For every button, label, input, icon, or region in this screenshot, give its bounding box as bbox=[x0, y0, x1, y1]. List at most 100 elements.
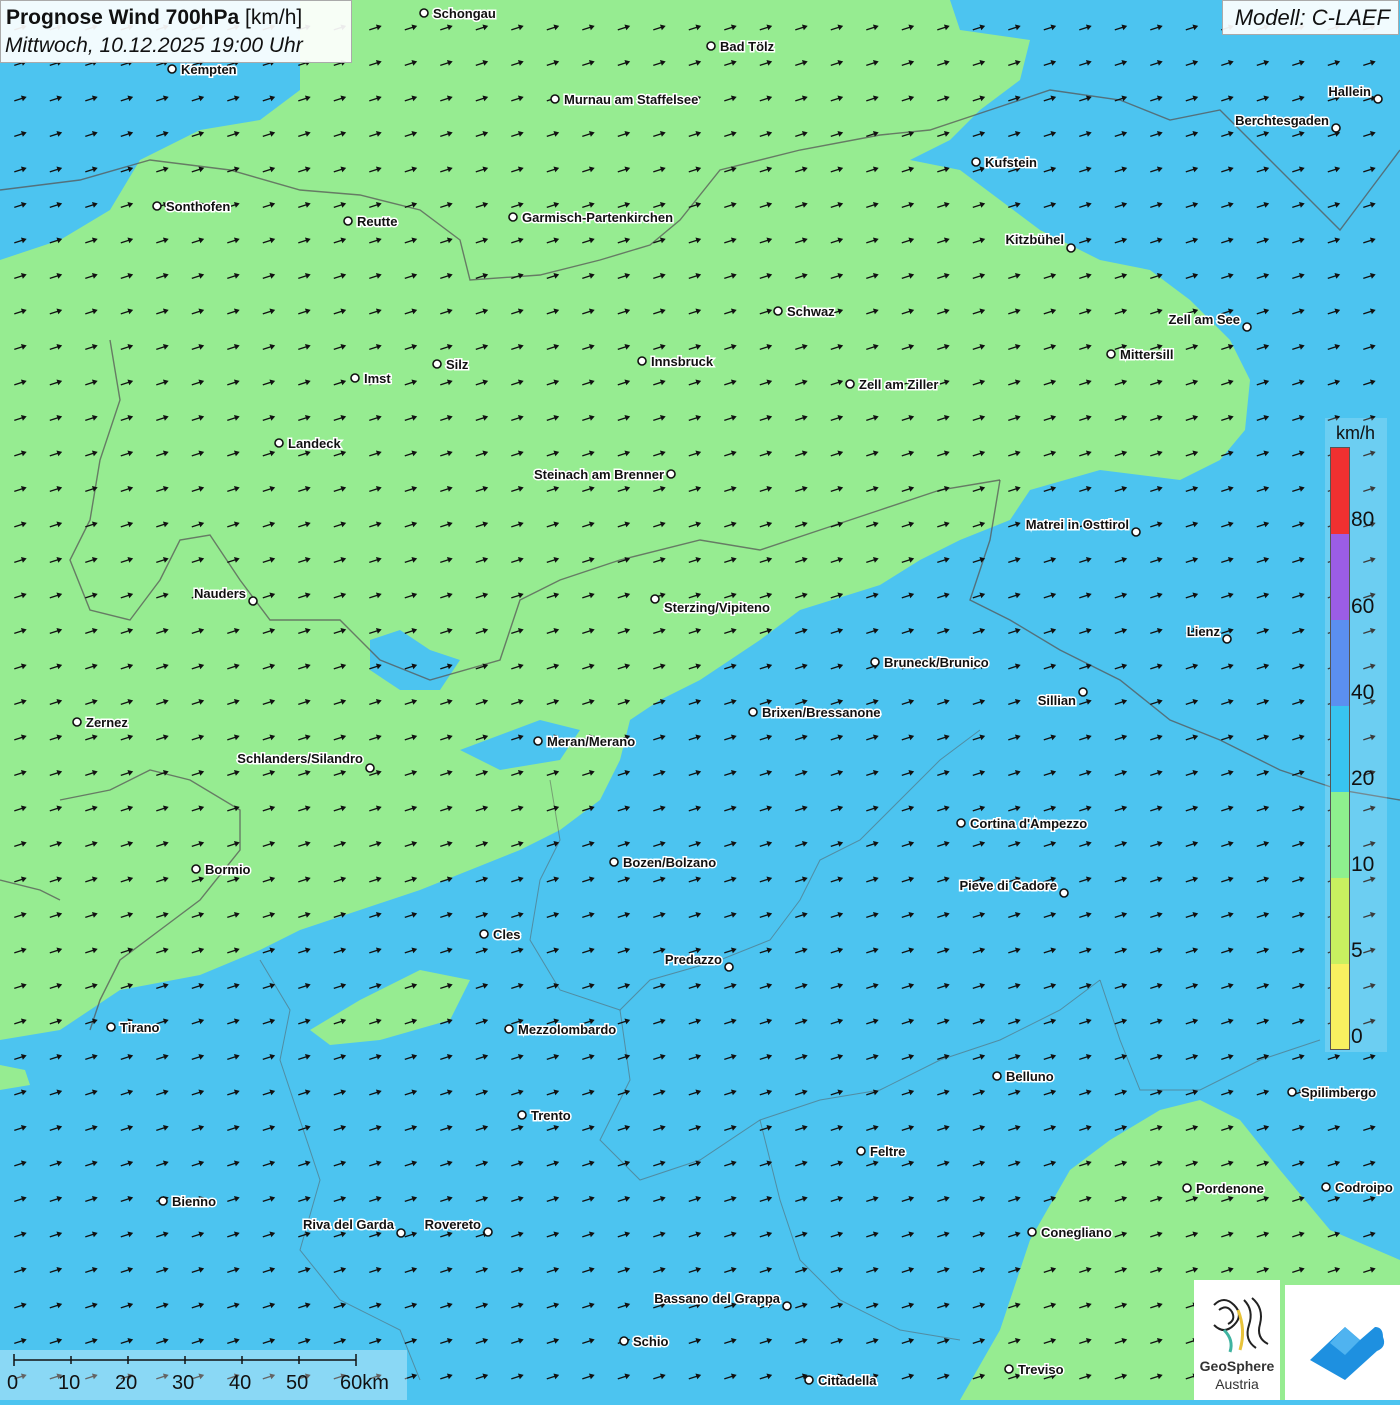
city-label: Conegliano bbox=[1041, 1225, 1112, 1240]
legend-tick-10: 10 bbox=[1351, 853, 1375, 876]
city-dot bbox=[152, 201, 162, 211]
city-label: Reutte bbox=[357, 214, 397, 229]
city-dot bbox=[748, 707, 758, 717]
model-label: Modell: C-LAEF bbox=[1222, 0, 1399, 35]
map-title: Prognose Wind 700hPa [km/h] bbox=[6, 6, 302, 30]
city-label: Kitzbühel bbox=[1006, 232, 1065, 247]
city-dot bbox=[1066, 243, 1076, 253]
city-dot bbox=[158, 1196, 168, 1206]
city-label: Zell am Ziller bbox=[859, 377, 938, 392]
city-dot bbox=[508, 212, 518, 222]
city-label: Feltre bbox=[870, 1144, 905, 1159]
title-box: Prognose Wind 700hPa [km/h] Mittwoch, 10… bbox=[0, 0, 352, 63]
city-dot bbox=[666, 469, 676, 479]
legend-segment-80-plus bbox=[1331, 448, 1349, 534]
city-dot bbox=[533, 736, 543, 746]
city-label: Schio bbox=[633, 1334, 668, 1349]
city-bruneck-brunico: Bruneck/Brunico bbox=[870, 654, 990, 672]
city-dot bbox=[1331, 123, 1341, 133]
title-main: Prognose Wind 700hPa bbox=[6, 6, 240, 29]
city-dot bbox=[1287, 1087, 1297, 1097]
city-murnau-am-staffelsee: Murnau am Staffelsee bbox=[550, 91, 700, 109]
city-meran-merano: Meran/Merano bbox=[533, 733, 637, 751]
city-label: Cittadella bbox=[818, 1373, 877, 1388]
city-dot bbox=[870, 657, 880, 667]
city-label: Riva del Garda bbox=[303, 1217, 395, 1232]
city-label: Spilimbergo bbox=[1301, 1085, 1376, 1100]
city-label: Schlanders/Silandro bbox=[237, 751, 363, 766]
city-dot bbox=[650, 594, 660, 604]
scale-label-10: 10 bbox=[58, 1372, 81, 1394]
city-bozen-bolzano: Bozen/Bolzano bbox=[609, 854, 718, 872]
city-dot bbox=[782, 1301, 792, 1311]
city-dot bbox=[350, 373, 360, 383]
city-label: Sterzing/Vipiteno bbox=[664, 600, 770, 615]
city-dot bbox=[724, 962, 734, 972]
city-dot bbox=[1182, 1183, 1192, 1193]
city-dot bbox=[191, 864, 201, 874]
legend-segment-5-10 bbox=[1331, 878, 1349, 964]
city-dot bbox=[609, 857, 619, 867]
city-label: Sillian bbox=[1038, 693, 1076, 708]
city-dot bbox=[1321, 1182, 1331, 1192]
city-dot bbox=[1373, 94, 1383, 104]
city-dot bbox=[419, 8, 429, 18]
city-dot bbox=[432, 359, 442, 369]
city-dot bbox=[479, 929, 489, 939]
city-dot bbox=[517, 1110, 527, 1120]
city-dot bbox=[72, 717, 82, 727]
city-dot bbox=[274, 438, 284, 448]
legend-segment-20-40 bbox=[1331, 706, 1349, 792]
city-spilimbergo: Spilimbergo bbox=[1287, 1084, 1378, 1102]
city-dot bbox=[248, 596, 258, 606]
legend-tick-0: 0 bbox=[1351, 1025, 1363, 1048]
legend-tick-5: 5 bbox=[1351, 939, 1363, 962]
city-dot bbox=[504, 1024, 514, 1034]
city-label: Landeck bbox=[288, 436, 342, 451]
city-label: Bienno bbox=[172, 1194, 216, 1209]
city-label: Belluno bbox=[1006, 1069, 1054, 1084]
city-cortina-d-ampezzo: Cortina d'Ampezzo bbox=[956, 815, 1089, 833]
weather-app-logo[interactable] bbox=[1285, 1285, 1400, 1400]
city-dot bbox=[167, 64, 177, 74]
geosphere-logo[interactable]: GeoSphere Austria bbox=[1194, 1280, 1280, 1400]
city-label: Garmisch-Partenkirchen bbox=[522, 210, 673, 225]
city-label: Murnau am Staffelsee bbox=[564, 92, 698, 107]
city-label: Bad Tölz bbox=[720, 39, 775, 54]
scale-label-50: 50 bbox=[286, 1372, 309, 1394]
scale-label-0: 0 bbox=[7, 1372, 19, 1394]
city-label: Trento bbox=[531, 1108, 571, 1123]
city-label: Nauders bbox=[194, 586, 246, 601]
city-dot bbox=[804, 1375, 814, 1385]
city-label: Schongau bbox=[433, 6, 496, 21]
city-dot bbox=[1004, 1364, 1014, 1374]
wind-map: Schongau Bad Tölz Kempten Murnau am Staffel… bbox=[0, 0, 1400, 1400]
city-dot bbox=[106, 1022, 116, 1032]
city-dot bbox=[856, 1146, 866, 1156]
legend-tick-60: 60 bbox=[1351, 595, 1375, 618]
city-dot bbox=[1131, 527, 1141, 537]
city-label: Bruneck/Brunico bbox=[884, 655, 989, 670]
city-label: Mezzolombardo bbox=[518, 1022, 616, 1037]
city-dot bbox=[1078, 687, 1088, 697]
city-conegliano: Conegliano bbox=[1027, 1224, 1113, 1242]
city-dot bbox=[365, 763, 375, 773]
city-dot bbox=[483, 1227, 493, 1237]
city-dot bbox=[706, 41, 716, 51]
city-label: Pieve di Cadore bbox=[959, 878, 1057, 893]
legend-tick-20: 20 bbox=[1351, 767, 1375, 790]
city-dot bbox=[343, 216, 353, 226]
city-dot bbox=[956, 818, 966, 828]
city-dot bbox=[1106, 349, 1116, 359]
cloud-arrow-icon bbox=[1310, 1327, 1385, 1380]
city-label: Kufstein bbox=[985, 155, 1037, 170]
city-label: Tirano bbox=[120, 1020, 160, 1035]
legend-tick-40: 40 bbox=[1351, 681, 1375, 704]
city-label: Imst bbox=[364, 371, 391, 386]
city-label: Berchtesgaden bbox=[1235, 113, 1329, 128]
city-label: Silz bbox=[446, 357, 469, 372]
geosphere-country: Austria bbox=[1215, 1376, 1259, 1392]
city-dot bbox=[550, 94, 560, 104]
city-label: Meran/Merano bbox=[547, 734, 635, 749]
scale-label-40: 40 bbox=[229, 1372, 252, 1394]
